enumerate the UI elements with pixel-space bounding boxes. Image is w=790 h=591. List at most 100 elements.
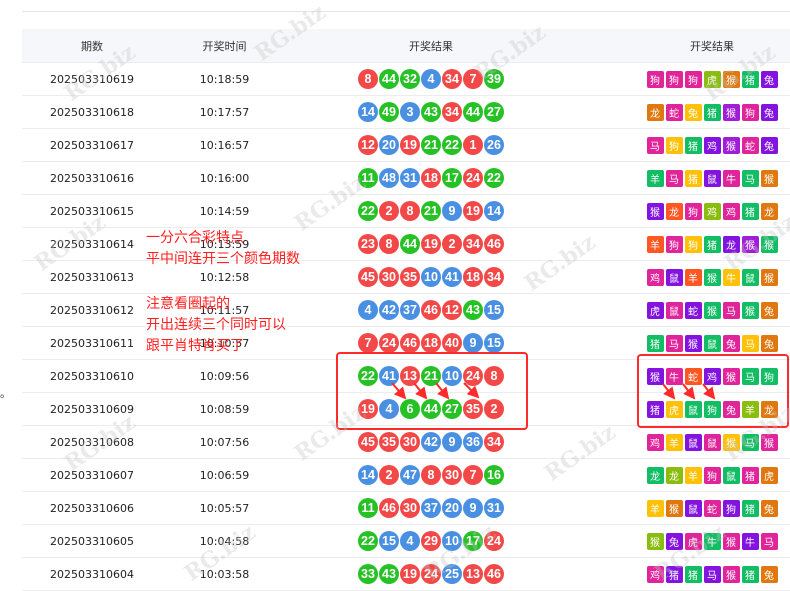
draw-result-numbers: 14 49 3 43 34 44 27 [322,96,540,128]
zodiac-tag: 猴 [722,565,740,583]
zodiac-tag: 狗 [665,70,683,88]
number-ball: 3 [400,102,420,122]
number-ball: 48 [379,168,399,188]
number-ball: 34 [442,69,462,89]
zodiac-tag: 鼠 [665,268,683,286]
zodiac-tag: 狗 [646,70,664,88]
number-ball: 19 [400,564,420,584]
draw-time: 10:07:56 [199,435,250,449]
zodiac-tag: 鼠 [684,499,702,517]
number-ball: 10 [421,267,441,287]
zodiac-tag: 蛇 [741,136,759,154]
table-row: 202503310619 10:18:59 8 44 32 4 34 7 39 狗狗狗虎猴猪兔 [22,63,790,96]
number-ball: 13 [463,564,483,584]
number-ball: 44 [400,234,420,254]
draw-result-numbers: 22 15 4 29 10 17 24 [322,525,540,557]
period-number: 202503310604 [50,567,134,581]
draw-result-zodiac: 虎鼠蛇猴马猴兔 [632,294,790,326]
zodiac-tag: 鸡 [646,268,664,286]
zodiac-tag: 马 [741,334,759,352]
zodiac-tag: 猪 [741,565,759,583]
draw-time: 10:18:59 [199,72,250,86]
number-ball: 14 [358,465,378,485]
number-ball: 34 [484,267,504,287]
zodiac-tag: 猴 [760,268,778,286]
number-ball: 45 [358,267,378,287]
draw-result-numbers: 14 2 47 8 30 7 16 [322,459,540,491]
period-number: 202503310606 [50,501,134,515]
table-row: 202503310614 10:13:59 23 8 44 19 2 34 46 羊狗狗猪龙猴猴 [22,228,790,261]
zodiac-tag: 兔 [760,103,778,121]
zodiac-tag: 兔 [760,301,778,319]
top-divider [22,11,790,12]
period-number: 202503310612 [50,303,134,317]
number-ball: 34 [484,432,504,452]
zodiac-tag: 猴 [703,268,721,286]
number-ball: 19 [400,135,420,155]
zodiac-tag: 兔 [760,334,778,352]
number-ball: 4 [358,300,378,320]
draw-result-zodiac: 龙龙羊狗鼠猪虎 [632,459,790,491]
number-ball: 43 [421,102,441,122]
zodiac-tag: 鼠 [665,301,683,319]
zodiac-tag: 狗 [703,466,721,484]
number-ball: 9 [442,201,462,221]
draw-time: 10:08:59 [199,402,250,416]
number-ball: 37 [421,498,441,518]
zodiac-tag: 鸡 [722,202,740,220]
number-ball: 21 [421,201,441,221]
number-ball: 41 [442,267,462,287]
number-ball: 46 [484,564,504,584]
table-row: 202503310607 10:06:59 14 2 47 8 30 7 16 龙龙羊狗鼠猪虎 [22,459,790,492]
number-ball: 24 [379,333,399,353]
number-ball: 17 [442,168,462,188]
number-ball: 7 [358,333,378,353]
zodiac-tag: 兔 [722,334,740,352]
zodiac-tag: 马 [646,136,664,154]
number-ball: 9 [463,333,483,353]
draw-time: 10:06:59 [199,468,250,482]
zodiac-tag: 马 [722,301,740,319]
zodiac-tag: 狗 [665,136,683,154]
table-body: 202503310619 10:18:59 8 44 32 4 34 7 39 狗狗狗虎猴猪兔 20… [22,63,790,591]
number-ball: 9 [463,498,483,518]
number-ball: 30 [400,498,420,518]
number-ball: 1 [463,135,483,155]
zodiac-tag: 马 [665,334,683,352]
edge-glyph: 。 [0,387,11,400]
number-ball: 22 [358,531,378,551]
draw-result-numbers: 4 42 37 46 12 43 15 [322,294,540,326]
number-ball: 35 [379,432,399,452]
number-ball: 46 [379,498,399,518]
zodiac-tag: 鼠 [722,466,740,484]
zodiac-tag: 猴 [722,136,740,154]
number-ball: 31 [484,498,504,518]
draw-result-numbers: 45 30 35 10 41 18 34 [322,261,540,293]
number-ball: 30 [379,267,399,287]
number-ball: 42 [421,432,441,452]
number-ball: 14 [358,102,378,122]
draw-result-zodiac: 羊马猪鼠牛马猴 [632,162,790,194]
zodiac-tag: 兔 [684,103,702,121]
number-ball: 45 [358,432,378,452]
draw-time: 10:09:56 [199,369,250,383]
number-ball: 40 [442,333,462,353]
annotation-note-2: 注意看圈起的 开出连续三个同时可以 跟平肖特肖买了 [146,296,286,354]
draw-result-zodiac: 羊猴鼠蛇狗猪兔 [632,492,790,524]
number-ball: 23 [358,234,378,254]
zodiac-tag: 龙 [646,103,664,121]
number-ball: 43 [379,564,399,584]
zodiac-tag: 猪 [703,103,721,121]
zodiac-tag: 蛇 [665,103,683,121]
number-ball: 16 [484,465,504,485]
zodiac-tag: 羊 [684,466,702,484]
number-ball: 19 [463,201,483,221]
zodiac-tag: 猪 [646,334,664,352]
zodiac-tag: 牛 [741,532,759,550]
number-ball: 49 [379,102,399,122]
table-row: 202503310612 10:11:57 4 42 37 46 12 43 15 虎鼠蛇猴马猴兔 [22,294,790,327]
number-ball: 9 [442,432,462,452]
number-ball: 18 [463,267,483,287]
zodiac-tag: 猪 [684,136,702,154]
period-number: 202503310605 [50,534,134,548]
